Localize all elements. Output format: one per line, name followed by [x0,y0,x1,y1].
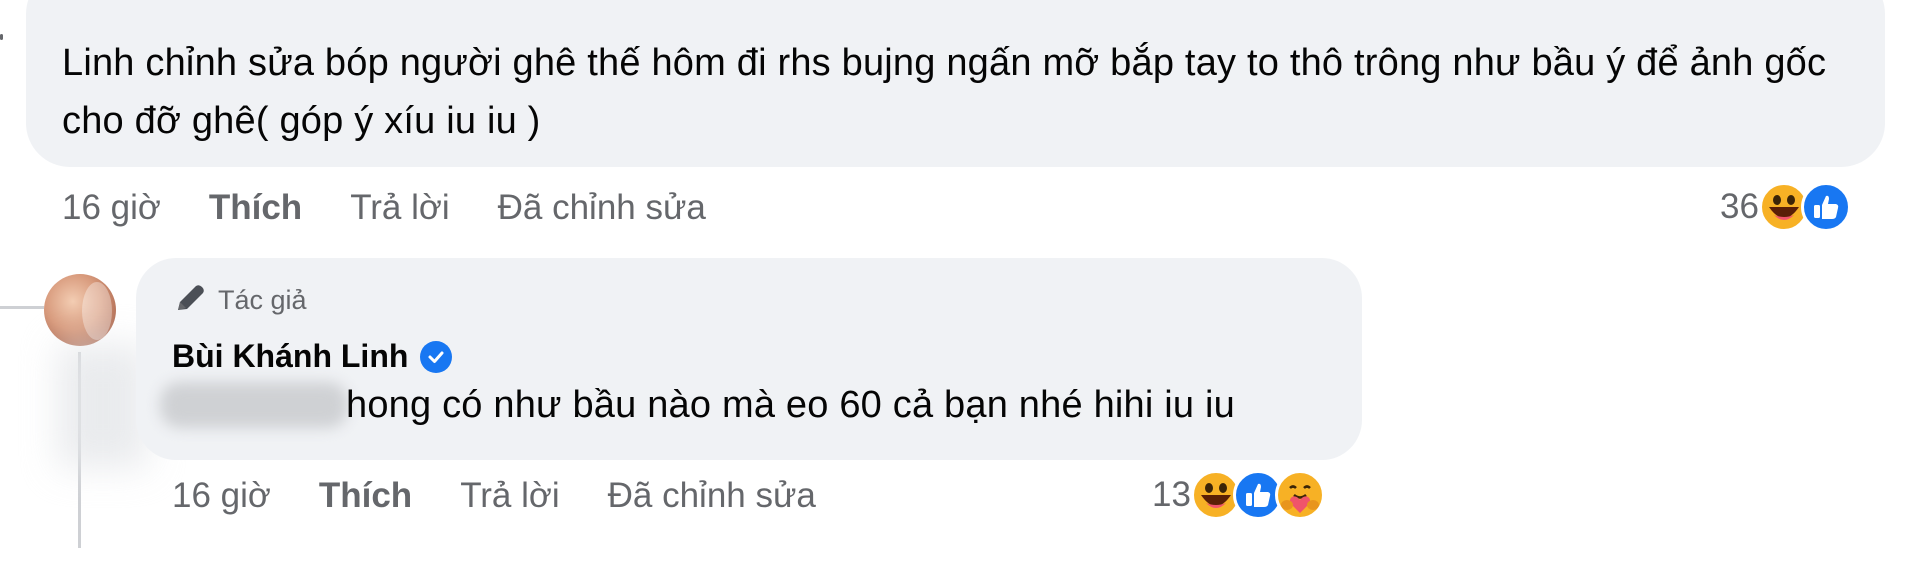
reply-text: hong có như bầu nào mà eo 60 cả bạn nhé … [346,384,1235,426]
reply-timestamp[interactable]: 16 giờ [172,476,271,516]
thread-connector [0,306,44,309]
avatar[interactable] [44,274,116,346]
like-icon [1800,182,1851,232]
blurred-mention [160,382,348,428]
comment-timestamp[interactable]: 16 giờ [62,188,161,228]
care-icon [1274,470,1325,520]
reply-reaction-count: 13 [1152,475,1191,514]
reaction-count: 36 [1720,187,1759,226]
reply-actions: 16 giờ Thích Trả lời Đã chỉnh sửa [172,476,816,516]
edge-marker [0,34,3,40]
blur-overlay [58,344,148,468]
verified-badge-icon [420,340,453,373]
comment-text: Linh chỉnh sửa bóp người ghê thế hôm đi … [62,42,1827,142]
author-name[interactable]: Bùi Khánh Linh [172,338,453,375]
reply-button[interactable]: Trả lời [350,188,449,228]
comment-actions: 16 giờ Thích Trả lời Đã chỉnh sửa [62,188,706,228]
edited-label[interactable]: Đã chỉnh sửa [498,188,706,228]
reply-like-button[interactable]: Thích [319,476,412,516]
like-button[interactable]: Thích [209,188,302,228]
author-badge-label: Tác giả [218,284,307,315]
author-badge: Tác giả [172,282,307,318]
reply-edited-label[interactable]: Đã chỉnh sửa [608,476,816,516]
reply-reaction-summary[interactable]: 13 [1152,470,1325,520]
author-name-text[interactable]: Bùi Khánh Linh [172,338,408,375]
reaction-summary[interactable]: 36 [1720,182,1851,232]
reply-reply-button[interactable]: Trả lời [460,476,559,516]
pencil-icon [178,285,204,310]
